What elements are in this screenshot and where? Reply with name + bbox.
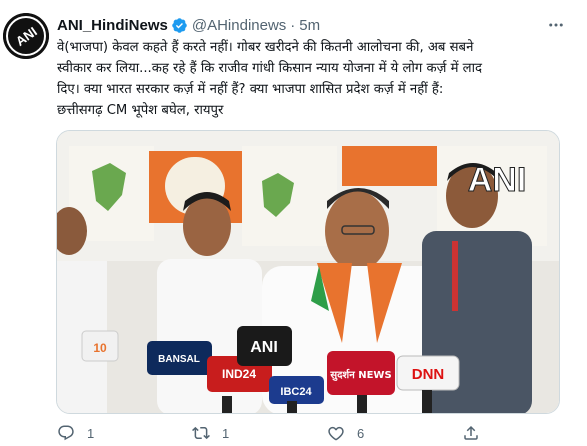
tweet-actions: 1 1 6 [57, 424, 517, 446]
tweet-header: ANI_HindiNews @AHindinews · 5m [57, 14, 320, 36]
ani-logo-icon: ANI [3, 13, 49, 59]
mic-label: IND24 [222, 367, 256, 381]
press-conference-photo: ANI 10 BANSAL IND24 ANI IBC24 सुदर्शन NE… [57, 131, 559, 413]
author-handle[interactable]: @AHindinews [192, 17, 286, 34]
retweet-icon [192, 426, 210, 440]
author-name[interactable]: ANI_HindiNews [57, 17, 168, 34]
ani-watermark: ANI [468, 161, 527, 199]
reply-icon [58, 425, 74, 441]
tweet-text-line: छत्तीसगढ़ CM भूपेश बघेल, रायपुर [57, 103, 224, 118]
tweet-timestamp[interactable]: 5m [299, 17, 320, 34]
tweet: ANI ANI_HindiNews @AHindinews · 5m वे(भा… [0, 0, 587, 446]
tweet-text-line: वे(भाजपा) केवल कहते हैं करते नहीं। गोबर … [57, 40, 474, 55]
reply-button[interactable]: 1 [57, 424, 94, 442]
retweet-button[interactable]: 1 [192, 424, 229, 442]
mic-label: सुदर्शन NEWS [329, 368, 391, 381]
tweet-media-photo[interactable]: ANI 10 BANSAL IND24 ANI IBC24 सुदर्शन NE… [56, 130, 560, 414]
share-button[interactable] [462, 424, 480, 442]
mic-label: DNN [412, 366, 445, 383]
mic-label: BANSAL [158, 354, 200, 365]
reply-count: 1 [87, 425, 95, 441]
author-avatar[interactable]: ANI [3, 13, 49, 59]
verified-badge-icon [171, 17, 188, 34]
share-icon [464, 425, 478, 440]
like-button[interactable]: 6 [327, 424, 364, 442]
tweet-text-line: दिए। क्या भारत सरकार कर्ज़ में नहीं हैं?… [57, 82, 444, 97]
like-count: 6 [357, 425, 365, 441]
tweet-text: वे(भाजपा) केवल कहते हैं करते नहीं। गोबर … [57, 37, 567, 121]
retweet-count: 1 [222, 425, 230, 441]
mic-label: 10 [93, 341, 107, 355]
header-separator: · [290, 16, 296, 34]
more-horizontal-icon [549, 23, 563, 27]
mic-label: ANI [250, 339, 278, 356]
heart-icon [328, 426, 344, 441]
tweet-text-line: स्वीकार कर लिया...कह रहे हैं कि राजीव गा… [57, 61, 483, 76]
mic-label: IBC24 [280, 386, 312, 398]
more-options-button[interactable] [543, 12, 569, 38]
